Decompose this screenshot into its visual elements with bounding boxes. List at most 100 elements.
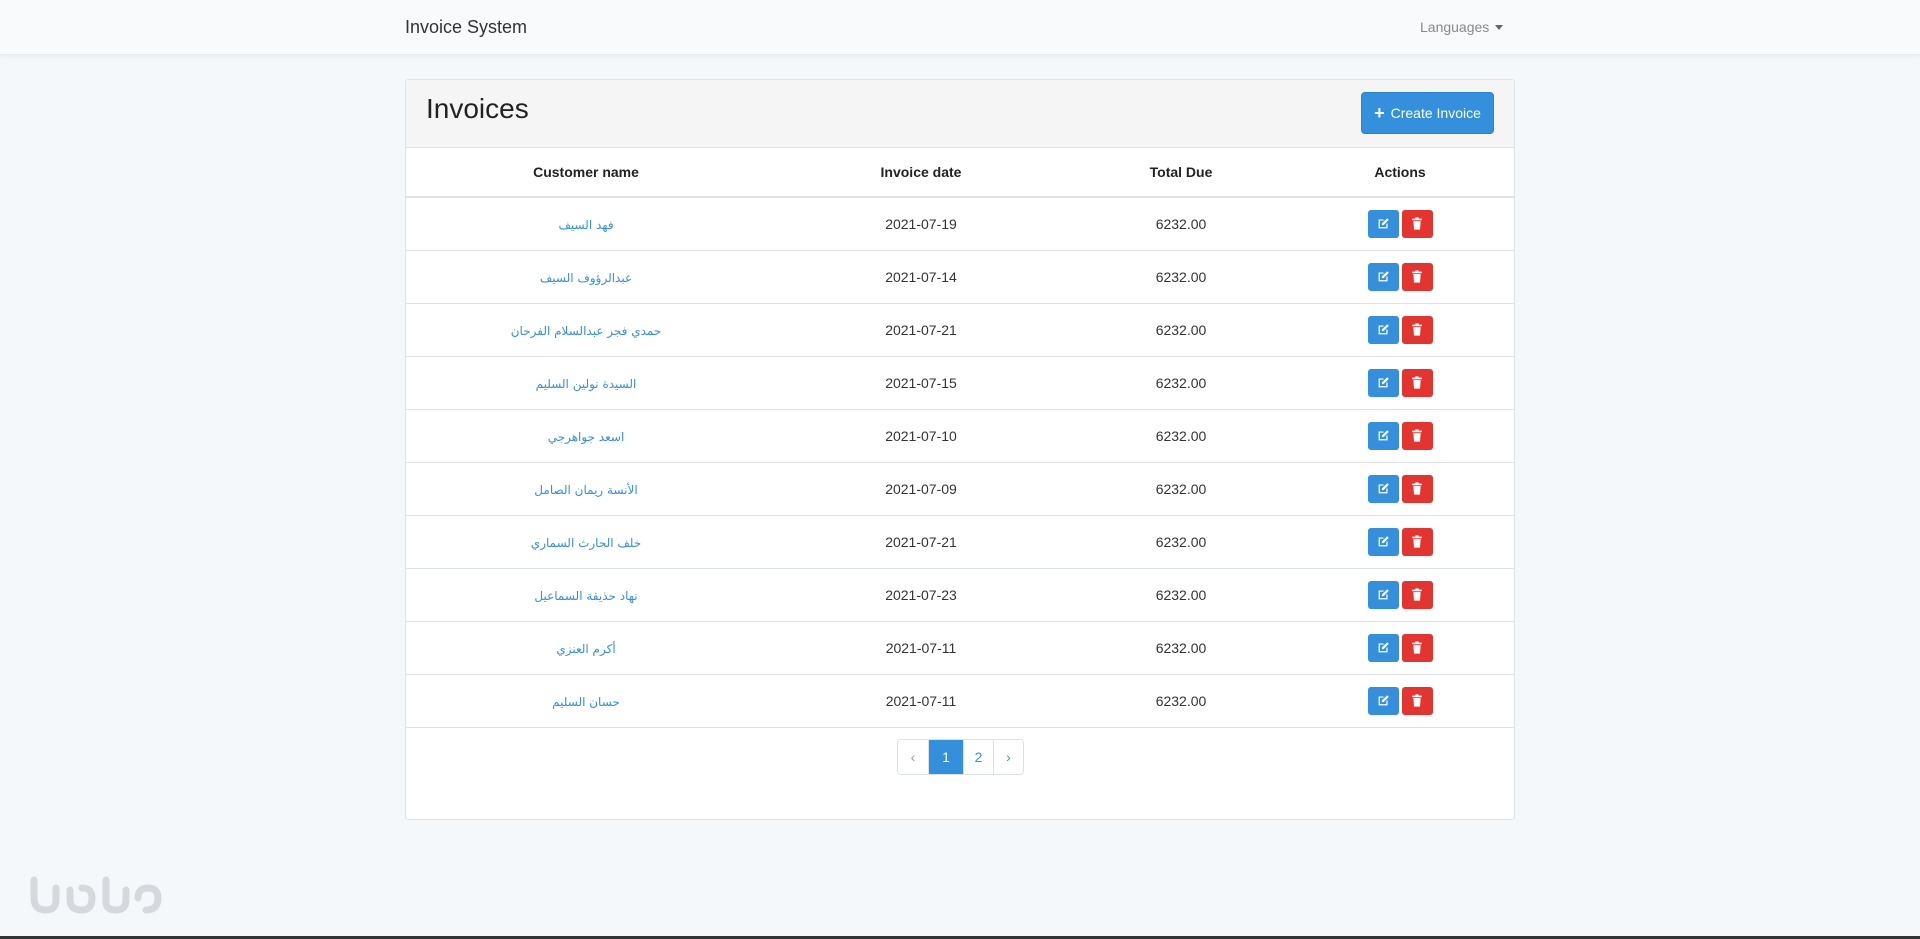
- create-invoice-button[interactable]: + Create Invoice: [1361, 92, 1494, 134]
- edit-icon: [1377, 376, 1390, 389]
- customer-name-link[interactable]: أكرم العنزي: [556, 642, 615, 656]
- edit-button[interactable]: [1367, 262, 1399, 291]
- edit-icon: [1377, 482, 1390, 495]
- customer-name-link[interactable]: اسعد جواهرجي: [548, 430, 625, 444]
- languages-label: Languages: [1420, 19, 1490, 35]
- invoice-date-cell: 2021-07-14: [766, 250, 1076, 304]
- delete-button[interactable]: [1401, 633, 1433, 662]
- delete-button[interactable]: [1401, 580, 1433, 609]
- table-row: الأنسة ريمان الصامل 2021-07-09 6232.00: [406, 462, 1514, 516]
- trash-icon: [1411, 323, 1423, 336]
- pagination-next[interactable]: ›: [993, 740, 1023, 774]
- delete-button[interactable]: [1401, 527, 1433, 556]
- pagination-prev[interactable]: ‹: [898, 740, 928, 774]
- pagination-page-1[interactable]: 1: [928, 740, 963, 774]
- customer-name-link[interactable]: حسان السليم: [552, 695, 620, 709]
- edit-button[interactable]: [1367, 315, 1399, 344]
- trash-icon: [1411, 376, 1423, 389]
- customer-name-link[interactable]: خلف الحارث السماري: [531, 536, 641, 550]
- invoice-date-cell: 2021-07-11: [766, 621, 1076, 675]
- edit-button[interactable]: [1367, 421, 1399, 450]
- delete-button[interactable]: [1401, 315, 1433, 344]
- table-row: فهد السيف 2021-07-19 6232.00: [406, 197, 1514, 251]
- actions-cell: [1286, 674, 1514, 728]
- invoice-date-cell: 2021-07-11: [766, 674, 1076, 728]
- total-due-cell: 6232.00: [1076, 674, 1286, 728]
- customer-name-link[interactable]: فهد السيف: [558, 218, 613, 232]
- actions-cell: [1286, 462, 1514, 516]
- edit-icon: [1377, 323, 1390, 336]
- table-row: حمدي فجر عبدالسلام الفرحان 2021-07-21 6232…: [406, 303, 1514, 357]
- edit-button[interactable]: [1367, 474, 1399, 503]
- invoice-date-cell: 2021-07-23: [766, 568, 1076, 622]
- invoice-date-cell: 2021-07-10: [766, 409, 1076, 463]
- table-header-row: Customer name Invoice date Total Due Act…: [406, 148, 1514, 198]
- edit-button[interactable]: [1367, 686, 1399, 715]
- customer-name-cell: الأنسة ريمان الصامل: [406, 462, 766, 516]
- customer-name-link[interactable]: نهاد حذيفة السماعيل: [534, 589, 637, 603]
- caret-down-icon: [1495, 24, 1504, 30]
- watermark-logo-icon: [30, 876, 162, 914]
- actions-cell: [1286, 621, 1514, 675]
- table-row: عبدالرؤوف السيف 2021-07-14 6232.00: [406, 250, 1514, 304]
- edit-button[interactable]: [1367, 633, 1399, 662]
- invoice-date-cell: 2021-07-21: [766, 515, 1076, 569]
- delete-button[interactable]: [1401, 209, 1433, 238]
- customer-name-cell: حسان السليم: [406, 674, 766, 728]
- total-due-cell: 6232.00: [1076, 303, 1286, 357]
- customer-name-link[interactable]: الأنسة ريمان الصامل: [534, 483, 637, 497]
- total-due-cell: 6232.00: [1076, 568, 1286, 622]
- trash-icon: [1411, 641, 1423, 654]
- languages-dropdown[interactable]: Languages: [1420, 19, 1504, 35]
- customer-name-cell: اسعد جواهرجي: [406, 409, 766, 463]
- edit-icon: [1377, 641, 1390, 654]
- edit-button[interactable]: [1367, 209, 1399, 238]
- plus-icon: +: [1374, 103, 1385, 123]
- delete-button[interactable]: [1401, 368, 1433, 397]
- customer-name-link[interactable]: السيدة نولين السليم: [536, 377, 637, 391]
- edit-button[interactable]: [1367, 580, 1399, 609]
- customer-name-link[interactable]: حمدي فجر عبدالسلام الفرحان: [511, 324, 662, 338]
- customer-name-cell: حمدي فجر عبدالسلام الفرحان: [406, 303, 766, 357]
- invoice-date-cell: 2021-07-19: [766, 197, 1076, 251]
- pagination-page-2[interactable]: 2: [963, 740, 993, 774]
- top-navbar: Invoice System Languages: [0, 0, 1920, 55]
- actions-cell: [1286, 409, 1514, 463]
- delete-button[interactable]: [1401, 686, 1433, 715]
- edit-button[interactable]: [1367, 527, 1399, 556]
- actions-cell: [1286, 250, 1514, 304]
- total-due-cell: 6232.00: [1076, 462, 1286, 516]
- edit-icon: [1377, 588, 1390, 601]
- total-due-cell: 6232.00: [1076, 197, 1286, 251]
- total-due-cell: 6232.00: [1076, 250, 1286, 304]
- delete-button[interactable]: [1401, 474, 1433, 503]
- delete-button[interactable]: [1401, 421, 1433, 450]
- brand-link[interactable]: Invoice System: [405, 17, 527, 38]
- customer-name-cell: أكرم العنزي: [406, 621, 766, 675]
- customer-name-cell: فهد السيف: [406, 197, 766, 251]
- edit-button[interactable]: [1367, 368, 1399, 397]
- col-invoice-date: Invoice date: [766, 148, 1076, 198]
- table-row: اسعد جواهرجي 2021-07-10 6232.00: [406, 409, 1514, 463]
- actions-cell: [1286, 356, 1514, 410]
- table-row: السيدة نولين السليم 2021-07-15 6232.00: [406, 356, 1514, 410]
- delete-button[interactable]: [1401, 262, 1433, 291]
- invoice-date-cell: 2021-07-09: [766, 462, 1076, 516]
- trash-icon: [1411, 535, 1423, 548]
- trash-icon: [1411, 694, 1423, 707]
- edit-icon: [1377, 535, 1390, 548]
- actions-cell: [1286, 303, 1514, 357]
- page-title: Invoices: [426, 93, 529, 124]
- customer-name-link[interactable]: عبدالرؤوف السيف: [540, 271, 632, 285]
- actions-cell: [1286, 515, 1514, 569]
- col-actions: Actions: [1286, 148, 1514, 198]
- col-total-due: Total Due: [1076, 148, 1286, 198]
- customer-name-cell: السيدة نولين السليم: [406, 356, 766, 410]
- create-invoice-label: Create Invoice: [1390, 105, 1481, 121]
- invoices-card: Invoices + Create Invoice Customer name …: [405, 79, 1515, 820]
- pagination: ‹ 1 2 ›: [897, 739, 1024, 775]
- col-customer-name: Customer name: [406, 148, 766, 198]
- trash-icon: [1411, 482, 1423, 495]
- actions-cell: [1286, 568, 1514, 622]
- customer-name-cell: نهاد حذيفة السماعيل: [406, 568, 766, 622]
